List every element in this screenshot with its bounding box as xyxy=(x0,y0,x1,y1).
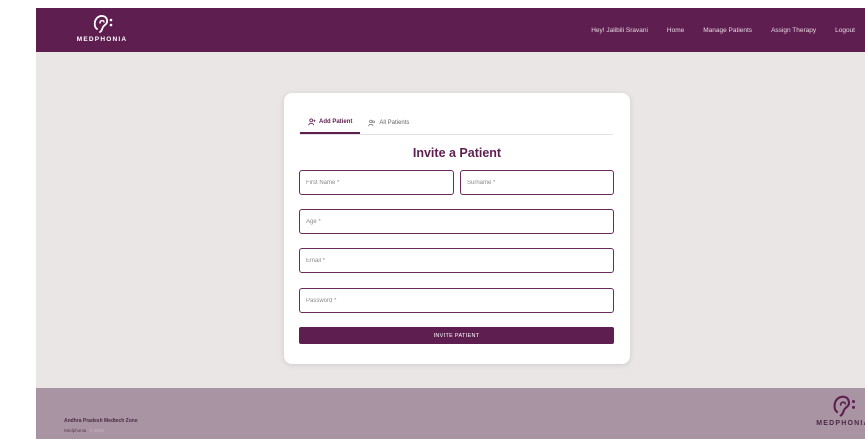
footer-suffix: © 2024 xyxy=(89,428,104,433)
navbar: MEDPHONIA Hey! Jalibili Sravani Home Man… xyxy=(36,8,865,52)
nav-assign-therapy[interactable]: Assign Therapy xyxy=(771,27,816,34)
footer-logo: MEDPHONIA xyxy=(813,392,865,427)
email-input[interactable] xyxy=(300,249,613,273)
first-name-field xyxy=(299,170,454,195)
patient-tabs: Add Patient All Patients xyxy=(300,112,613,135)
add-person-icon xyxy=(308,118,316,126)
form-title: Invite a Patient xyxy=(412,146,502,160)
tab-add-patient[interactable]: Add Patient xyxy=(300,112,361,134)
brand-logo[interactable]: MEDPHONIA xyxy=(72,12,132,50)
ear-logo-icon xyxy=(93,15,113,33)
email-field xyxy=(299,248,614,273)
footer-copyright: Medphonia © 2024 xyxy=(64,428,104,433)
password-input[interactable] xyxy=(300,289,613,313)
nav-greeting[interactable]: Hey! Jalibili Sravani xyxy=(591,27,648,34)
surname-field xyxy=(460,170,614,195)
tab-all-patients[interactable]: All Patients xyxy=(360,112,417,134)
people-icon xyxy=(368,119,376,127)
first-name-input[interactable] xyxy=(300,171,453,195)
nav-home[interactable]: Home xyxy=(667,27,684,34)
password-field xyxy=(299,288,614,313)
surname-input[interactable] xyxy=(461,171,613,195)
nav-links: Hey! Jalibili Sravani Home Manage Patien… xyxy=(591,8,865,52)
app-frame: MEDPHONIA Hey! Jalibili Sravani Home Man… xyxy=(36,8,865,439)
age-field xyxy=(299,209,614,234)
invite-patient-button[interactable]: INVITE PATIENT xyxy=(299,327,614,344)
footer-brand: Medphonia xyxy=(64,428,87,433)
invite-patient-card: Add Patient All Patients Invite a Patien… xyxy=(284,93,630,364)
age-input[interactable] xyxy=(300,210,613,234)
nav-manage-patients[interactable]: Manage Patients xyxy=(703,27,752,34)
footer: Andhra Pradesh Medtech Zone Medphonia © 2… xyxy=(36,388,865,439)
ear-logo-icon xyxy=(833,395,856,417)
footer-address: Andhra Pradesh Medtech Zone xyxy=(64,418,138,424)
footer-brand-name: MEDPHONIA xyxy=(816,420,865,427)
tab-all-patients-label: All Patients xyxy=(379,120,410,126)
nav-logout[interactable]: Logout xyxy=(835,27,855,34)
brand-name: MEDPHONIA xyxy=(76,36,128,43)
tab-add-patient-label: Add Patient xyxy=(319,119,353,125)
